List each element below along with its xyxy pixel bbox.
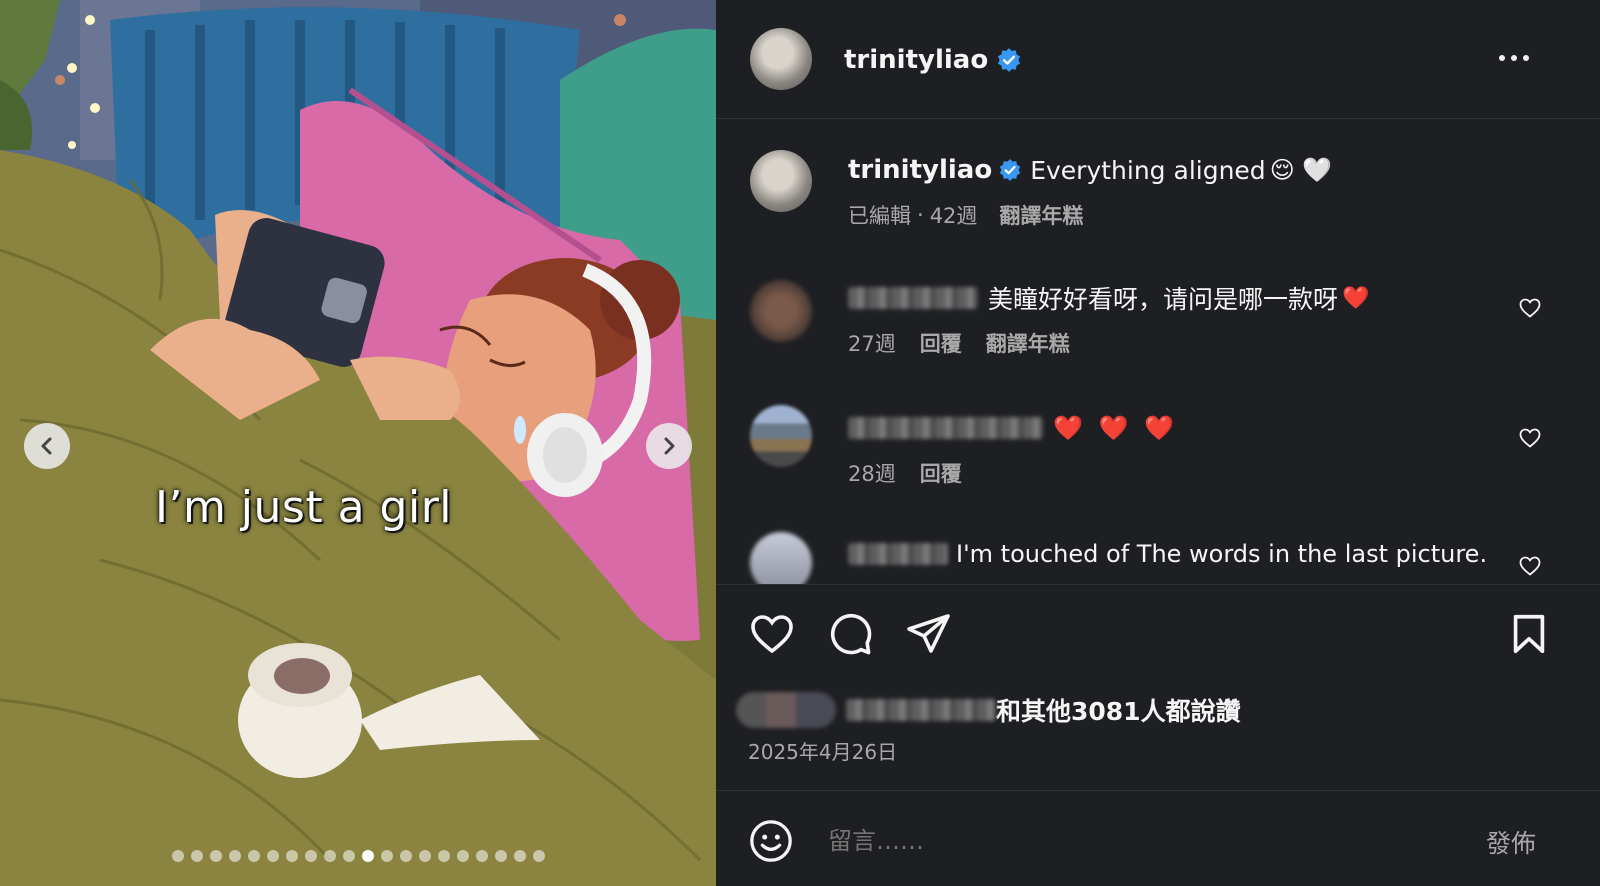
caption-age: 42週 bbox=[929, 204, 978, 228]
translate-link[interactable]: 翻譯年糕 bbox=[986, 328, 1070, 358]
comment-avatar[interactable] bbox=[750, 405, 812, 467]
edited-label: 已編輯 bbox=[848, 204, 911, 228]
carousel-dot bbox=[380, 850, 393, 862]
image-overlay-text: I’m just a girl bbox=[155, 482, 453, 533]
previous-image-button[interactable] bbox=[24, 423, 70, 469]
header-username[interactable]: trinityliao bbox=[844, 45, 988, 75]
comment-icon[interactable] bbox=[826, 610, 874, 658]
meta-separator: · bbox=[917, 203, 924, 227]
comments-divider bbox=[716, 584, 1600, 585]
verified-badge-icon bbox=[1000, 159, 1021, 181]
comment-avatar[interactable] bbox=[750, 532, 812, 584]
carousel-dot bbox=[475, 850, 488, 862]
carousel-dot bbox=[304, 850, 317, 862]
reply-button[interactable]: 回覆 bbox=[920, 328, 962, 358]
carousel-dot bbox=[266, 850, 279, 862]
avatar[interactable] bbox=[750, 28, 812, 90]
likes-summary[interactable]: 和其他3081人都說讚 bbox=[736, 690, 1241, 730]
carousel-dot bbox=[247, 850, 260, 862]
caption-text: Everything aligned bbox=[1030, 155, 1266, 185]
blurred-username[interactable] bbox=[848, 417, 1043, 439]
carousel-dot bbox=[399, 850, 412, 862]
comment-age: 28週 bbox=[848, 462, 896, 486]
more-options-icon[interactable] bbox=[1494, 42, 1534, 72]
save-bookmark-icon[interactable] bbox=[1506, 610, 1552, 658]
caption-avatar[interactable] bbox=[750, 150, 812, 212]
comment-text: I'm touched of The words in the last pic… bbox=[956, 540, 1488, 568]
verified-badge-icon bbox=[998, 48, 1021, 72]
composer-divider bbox=[716, 790, 1600, 791]
comment-like-icon[interactable] bbox=[1518, 296, 1542, 320]
comment-avatar[interactable] bbox=[750, 280, 812, 342]
carousel-dot bbox=[228, 850, 241, 862]
carousel-dot bbox=[190, 850, 203, 862]
carousel-indicator bbox=[0, 850, 716, 862]
share-icon[interactable] bbox=[904, 610, 952, 658]
liker-avatars bbox=[736, 692, 836, 728]
like-icon[interactable] bbox=[748, 610, 796, 658]
post-image: I’m just a girl bbox=[0, 0, 716, 886]
chevron-left-icon bbox=[41, 437, 52, 455]
comment-like-icon[interactable] bbox=[1518, 554, 1542, 578]
carousel-dot bbox=[513, 850, 526, 862]
carousel-dot bbox=[285, 850, 298, 862]
comment-emoji: ❤️ bbox=[1342, 285, 1370, 311]
blurred-username[interactable] bbox=[848, 543, 948, 565]
carousel-dot bbox=[456, 850, 469, 862]
carousel-dot bbox=[437, 850, 450, 862]
carousel-dot bbox=[494, 850, 507, 862]
carousel-dot bbox=[532, 850, 545, 862]
comment-partial: I'm touched of The words in the last pic… bbox=[716, 520, 1600, 584]
comment-text: 美瞳好好看呀，请问是哪一款呀 bbox=[988, 285, 1339, 314]
carousel-dot bbox=[323, 850, 336, 862]
post-date: 2025年4月26日 bbox=[748, 740, 898, 764]
carousel-dot bbox=[171, 850, 184, 862]
carousel-dot bbox=[361, 850, 374, 862]
post-side-panel: trinityliao trinityliao Everything align… bbox=[716, 0, 1600, 886]
reply-button[interactable]: 回覆 bbox=[920, 458, 962, 488]
emoji-icon[interactable] bbox=[748, 818, 794, 864]
next-image-button[interactable] bbox=[646, 423, 692, 469]
comment-input[interactable] bbox=[826, 820, 1430, 862]
post-comment-button[interactable]: 發佈 bbox=[1486, 824, 1536, 860]
carousel-dot bbox=[342, 850, 355, 862]
blurred-username[interactable] bbox=[848, 287, 978, 309]
illustration bbox=[0, 0, 716, 886]
comment-like-icon[interactable] bbox=[1518, 426, 1542, 450]
carousel-dot bbox=[418, 850, 431, 862]
likes-count-text[interactable]: 和其他3081人都說讚 bbox=[996, 692, 1241, 728]
caption-username[interactable]: trinityliao bbox=[848, 155, 992, 185]
blurred-username[interactable] bbox=[846, 699, 996, 721]
carousel-dot bbox=[209, 850, 222, 862]
header-divider bbox=[716, 118, 1600, 119]
chevron-right-icon bbox=[664, 437, 675, 455]
translate-link[interactable]: 翻譯年糕 bbox=[999, 200, 1083, 230]
caption-emoji: 😌 🤍 bbox=[1269, 156, 1333, 184]
comment-age: 27週 bbox=[848, 332, 896, 356]
comment-emoji: ❤️ ❤️ ❤️ bbox=[1053, 414, 1178, 442]
